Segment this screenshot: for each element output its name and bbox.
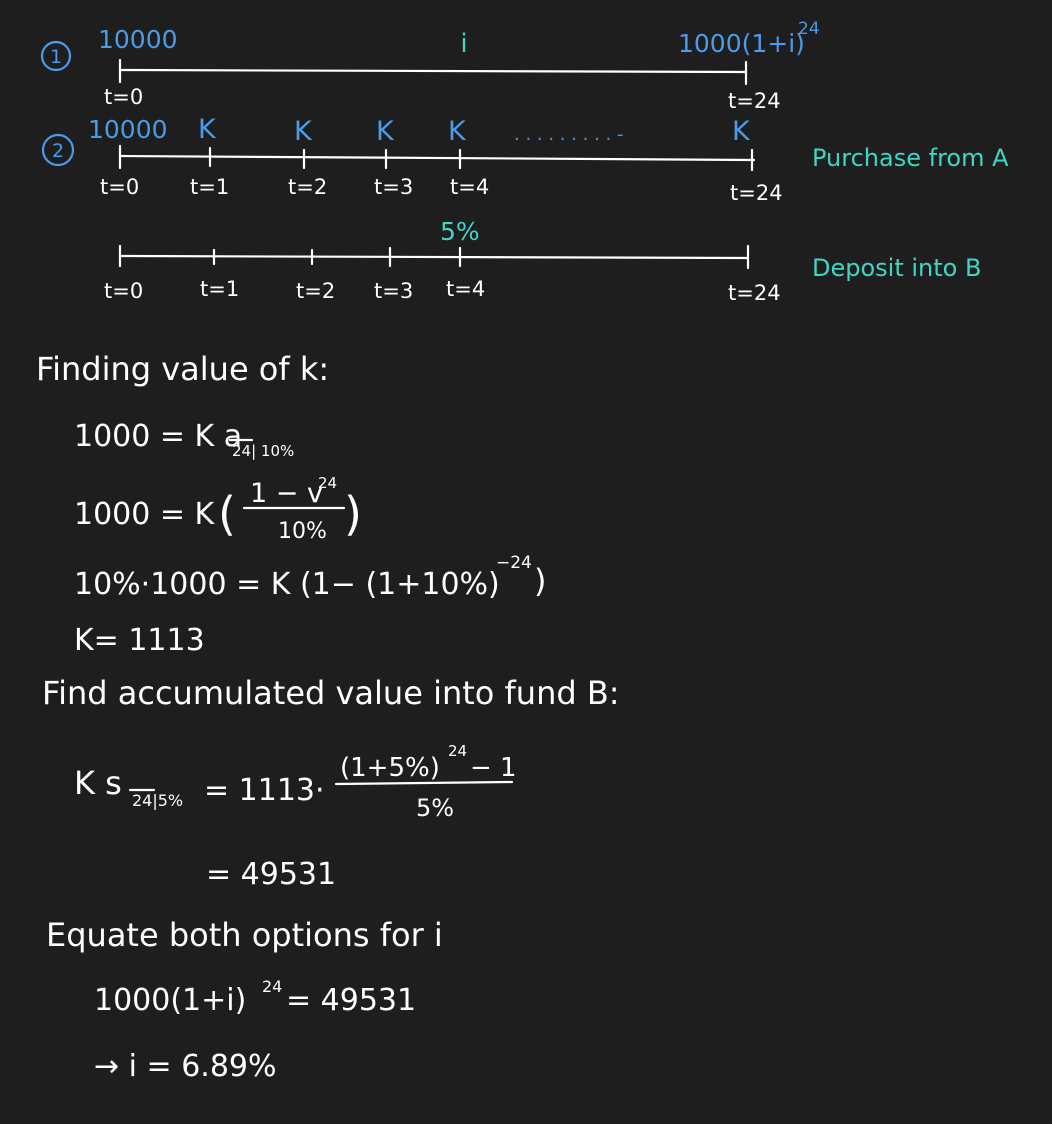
timeline-3-label-2: t=2: [296, 279, 335, 303]
timeline-2-left-amount: 10000: [88, 115, 168, 144]
timeline-1-left-amount: 10000: [98, 25, 178, 54]
equation-1-lhs: 1000 = K a: [74, 419, 242, 454]
accumulation-numerator-exponent: 24: [448, 742, 467, 760]
section-accumulated-value: Find accumulated value into fund B: K s …: [42, 674, 620, 892]
accumulation-subscript: 24|5%: [132, 791, 183, 810]
timeline-2-payment-1: K: [198, 114, 217, 145]
timeline-3-label-1: t=1: [200, 277, 239, 301]
timeline-2-payment-24: K: [732, 116, 751, 147]
timeline-2-label-4: t=4: [450, 175, 489, 199]
equation-2-open-paren: (: [218, 487, 236, 541]
timeline-2: 2 10000 K K K K . . . . . . . . . - K t=…: [41, 114, 1009, 205]
equation-2-denominator: 10%: [278, 519, 327, 544]
equation-2-close-paren: ): [344, 487, 362, 541]
equation-2-numerator-exponent: 24: [318, 474, 337, 492]
accumulation-lhs: K s: [74, 764, 122, 802]
timeline-3-rate: 5%: [440, 217, 480, 246]
timeline-3-label-4: t=4: [446, 277, 485, 301]
timeline-2-axis: [118, 154, 756, 162]
equation-final-lhs: 1000(1+i): [94, 983, 246, 1018]
timeline-2-label-24: t=24: [730, 181, 783, 205]
solution-canvas: 1 10000 i 1000(1+i) 24 t=0 t=24 2 10000 …: [36, 19, 1009, 1084]
timeline-1-rate: i: [460, 29, 467, 59]
section-3-heading: Equate both options for i: [46, 916, 443, 954]
timeline-2-label-2: t=2: [288, 175, 327, 199]
accumulation-numerator: (1+5%): [340, 753, 440, 783]
section-1-heading: Finding value of k:: [36, 350, 329, 388]
timeline-1-marker: 1: [50, 46, 62, 68]
timeline-3: 5% t=0 t=1 t=2 t=3 t=4 t=24 Deposit into…: [104, 217, 981, 305]
equation-1-annuity-subscript: 24| 10%: [232, 442, 294, 460]
equation-3: 10%·1000 = K (1− (1+10%): [74, 567, 500, 602]
equation-3-exponent: −24: [496, 553, 532, 573]
timeline-1-right-amount: 1000(1+i): [678, 29, 805, 58]
equation-2-numerator: 1 − v: [250, 478, 323, 509]
timeline-1: 1 10000 i 1000(1+i) 24 t=0 t=24: [40, 19, 820, 113]
accumulation-numerator-tail: − 1: [470, 753, 517, 783]
timeline-2-label-1: t=1: [190, 175, 229, 199]
accumulation-multiplier: = 1113·: [204, 773, 325, 808]
timeline-2-caption: Purchase from A: [812, 144, 1009, 172]
timeline-1-axis: [118, 68, 748, 74]
timeline-2-payment-4: K: [448, 116, 467, 147]
timeline-3-label-3: t=3: [374, 279, 413, 303]
timeline-2-payment-2: K: [294, 116, 313, 147]
equation-final-rhs: = 49531: [286, 983, 416, 1018]
timeline-3-caption: Deposit into B: [812, 254, 981, 282]
timeline-2-marker: 2: [52, 140, 64, 162]
timeline-1-right-exponent: 24: [798, 19, 820, 39]
equation-2-lhs: 1000 = K: [74, 497, 216, 532]
section-find-k: Finding value of k: 1000 = K a 24| 10% 1…: [36, 350, 546, 658]
timeline-2-label-3: t=3: [374, 175, 413, 199]
equation-final-exponent: 24: [262, 977, 282, 996]
timeline-2-payment-3: K: [376, 116, 395, 147]
timeline-3-label-24: t=24: [728, 281, 781, 305]
section-2-heading: Find accumulated value into fund B:: [42, 674, 620, 712]
timeline-3-label-0: t=0: [104, 279, 143, 303]
timeline-1-end-label: t=24: [728, 89, 781, 113]
accumulated-result: = 49531: [206, 857, 336, 892]
final-answer: → i = 6.89%: [94, 1049, 277, 1084]
section-equate: Equate both options for i 1000(1+i) 24 =…: [46, 916, 443, 1084]
k-result: K= 1113: [74, 623, 205, 658]
timeline-2-label-0: t=0: [100, 175, 139, 199]
timeline-1-start-label: t=0: [104, 85, 143, 109]
equation-3-close-paren: ): [534, 562, 546, 600]
timeline-2-ellipsis: . . . . . . . . . -: [514, 124, 624, 145]
accumulation-denominator: 5%: [416, 794, 454, 822]
